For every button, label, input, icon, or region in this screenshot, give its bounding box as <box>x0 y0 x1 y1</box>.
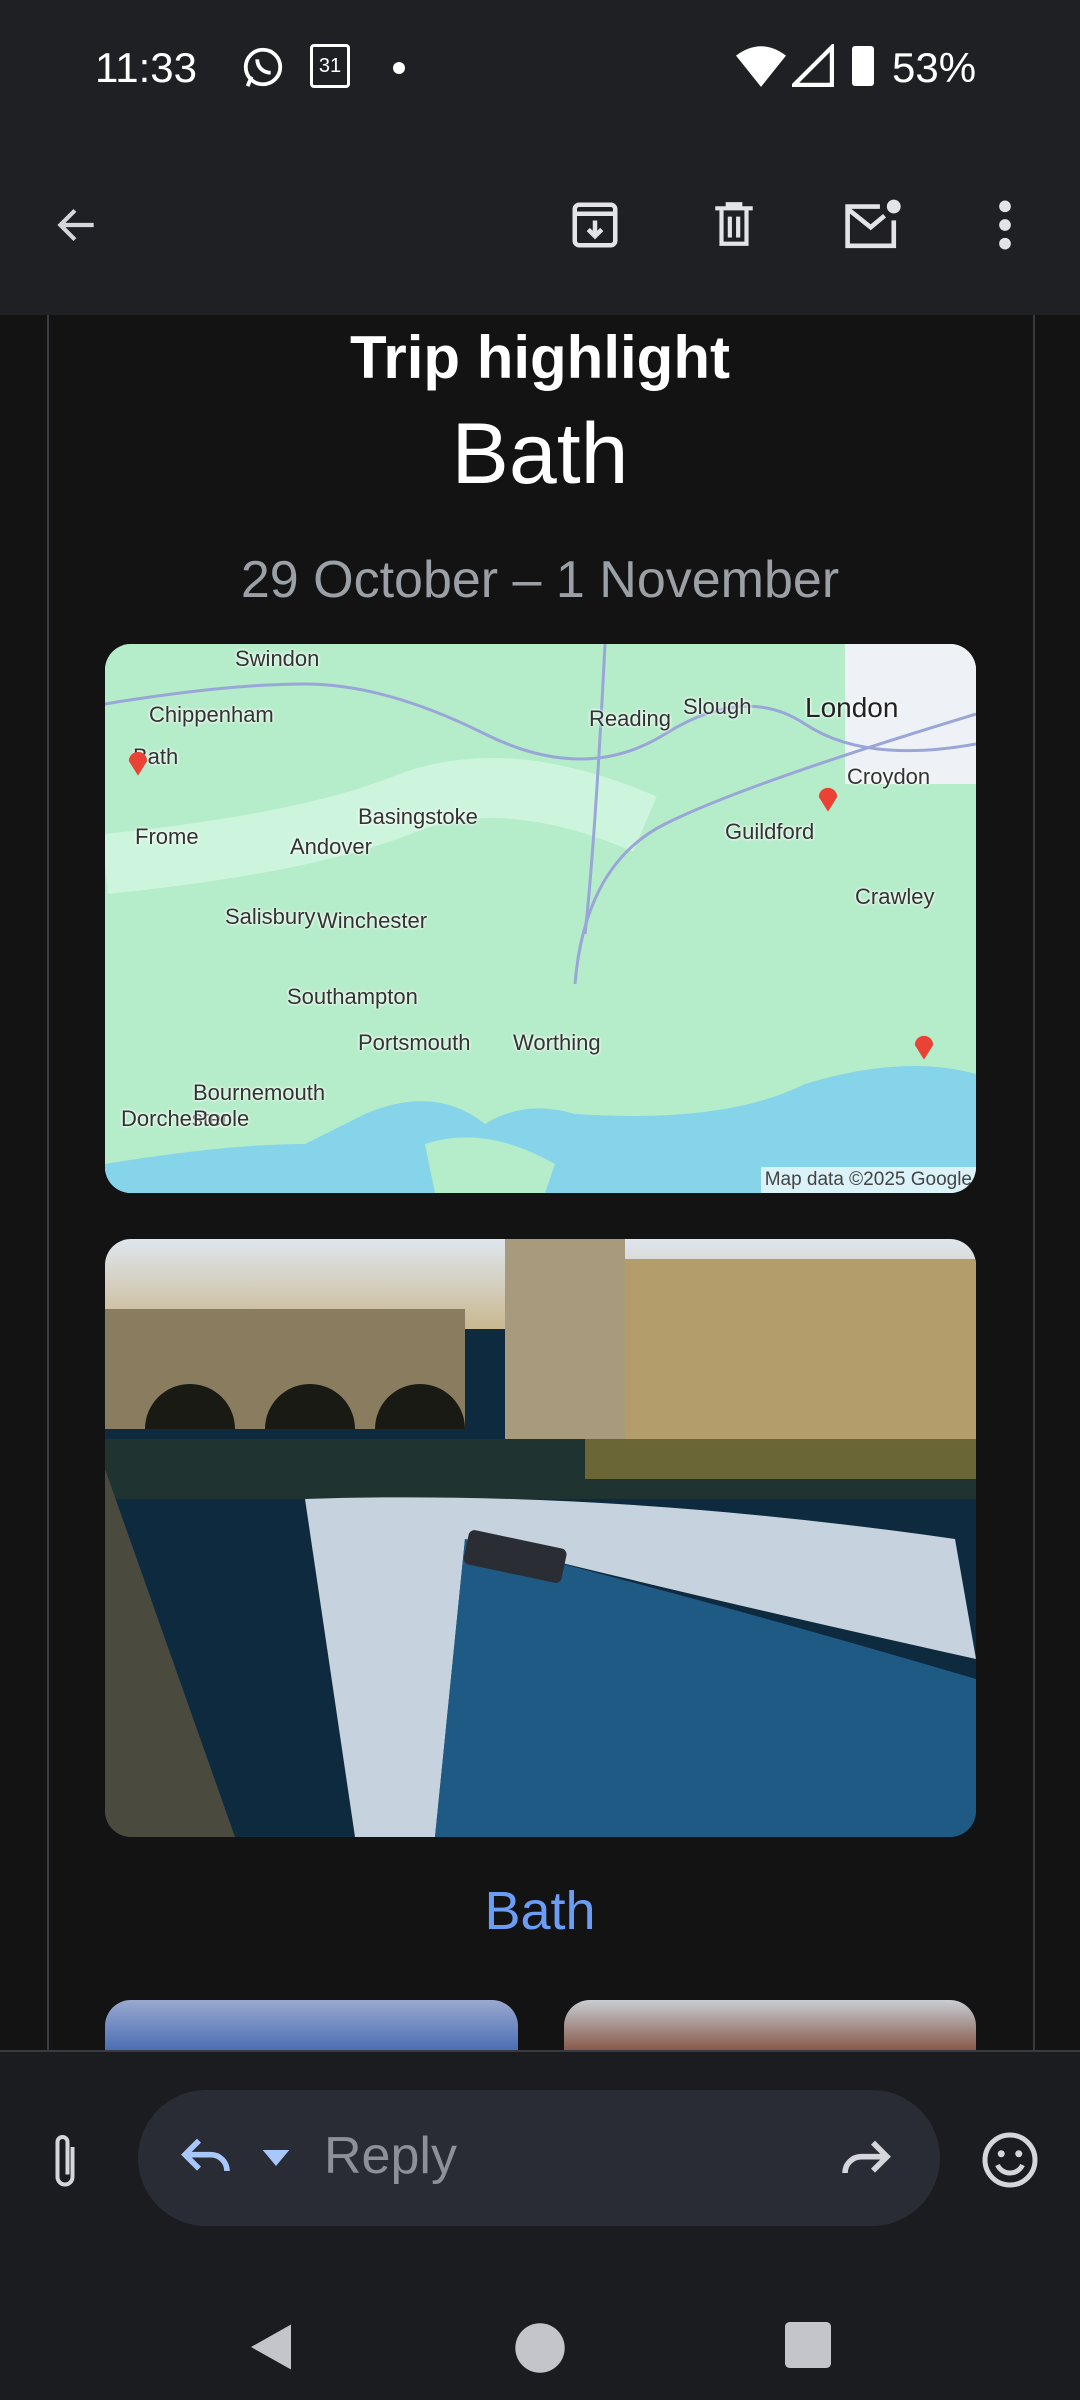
map-pin-icon <box>128 751 148 776</box>
nav-back-icon[interactable] <box>246 2322 296 2372</box>
emoji-icon[interactable] <box>980 2130 1040 2190</box>
map-label: Winchester <box>317 908 428 933</box>
map-label: Portsmouth <box>358 1030 471 1055</box>
mark-unread-icon <box>845 199 901 249</box>
signal-icon <box>792 44 834 87</box>
more-options-button[interactable] <box>970 190 1040 260</box>
battery-icon <box>852 46 874 86</box>
wifi-icon <box>736 46 786 87</box>
map-label: Reading <box>589 706 671 731</box>
trip-place: Bath <box>451 406 629 502</box>
forward-icon[interactable] <box>838 2134 894 2184</box>
map-label: Salisbury <box>225 904 316 929</box>
delete-icon <box>715 202 753 246</box>
map-label: London <box>805 692 899 723</box>
chevron-down-icon[interactable] <box>262 2150 290 2166</box>
archive-button[interactable] <box>560 190 630 260</box>
email-body: Trip highlight Bath 29 October – 1 Novem… <box>0 315 1080 2050</box>
reply-input[interactable]: Reply <box>138 2090 940 2226</box>
map-pin-icon <box>914 1035 934 1060</box>
bath-photo[interactable] <box>105 1239 976 1837</box>
map-label: Frome <box>135 824 199 849</box>
attach-icon[interactable] <box>45 2132 85 2192</box>
map-label: Swindon <box>235 646 320 671</box>
trip-dates: 29 October – 1 November <box>240 551 840 609</box>
map-label: Poole <box>193 1106 250 1131</box>
map-label: Southampton <box>287 984 418 1009</box>
delete-button[interactable] <box>699 190 769 260</box>
thumbnail-image[interactable] <box>105 2000 518 2050</box>
reply-icon[interactable] <box>178 2132 234 2182</box>
calendar-icon: 31 <box>310 44 350 88</box>
map-label: Crawley <box>855 884 935 909</box>
nav-home-icon[interactable] <box>514 2322 566 2374</box>
thumbnail-image[interactable] <box>564 2000 976 2050</box>
whatsapp-icon <box>243 47 283 87</box>
status-bar: 11:33 31 53% <box>0 0 1080 130</box>
back-arrow-icon <box>57 208 94 242</box>
more-vert-icon <box>999 200 1011 250</box>
map-attribution: Map data ©2025 Google <box>760 1167 976 1193</box>
photo-link[interactable]: Bath <box>0 1880 1080 1942</box>
map-label: Chippenham <box>149 702 274 727</box>
map-label: Basingstoke <box>358 804 478 829</box>
dot-icon <box>393 62 405 74</box>
map-label: Croydon <box>847 764 931 789</box>
reply-bar: Reply <box>0 2050 1080 2400</box>
trip-map[interactable]: Swindon Chippenham Bath Reading Slough L… <box>105 644 976 1193</box>
status-time: 11:33 <box>95 44 197 91</box>
map-label: Bournemouth <box>193 1080 326 1105</box>
bath-photo-image <box>105 1239 976 1837</box>
nav-recents-icon[interactable] <box>785 2322 831 2368</box>
trip-heading: Trip highlight <box>350 324 730 391</box>
back-button[interactable] <box>42 190 112 260</box>
mark-unread-button[interactable] <box>838 190 908 260</box>
map-label: Guildford <box>725 819 815 844</box>
battery-percent: 53% <box>892 44 977 91</box>
archive-icon <box>572 202 618 248</box>
map-label: Slough <box>683 694 752 719</box>
reply-placeholder: Reply <box>324 2127 457 2185</box>
email-toolbar <box>0 130 1080 315</box>
map-label: Worthing <box>513 1030 601 1055</box>
map-pin-icon <box>818 787 838 812</box>
map-label: Andover <box>290 834 372 859</box>
